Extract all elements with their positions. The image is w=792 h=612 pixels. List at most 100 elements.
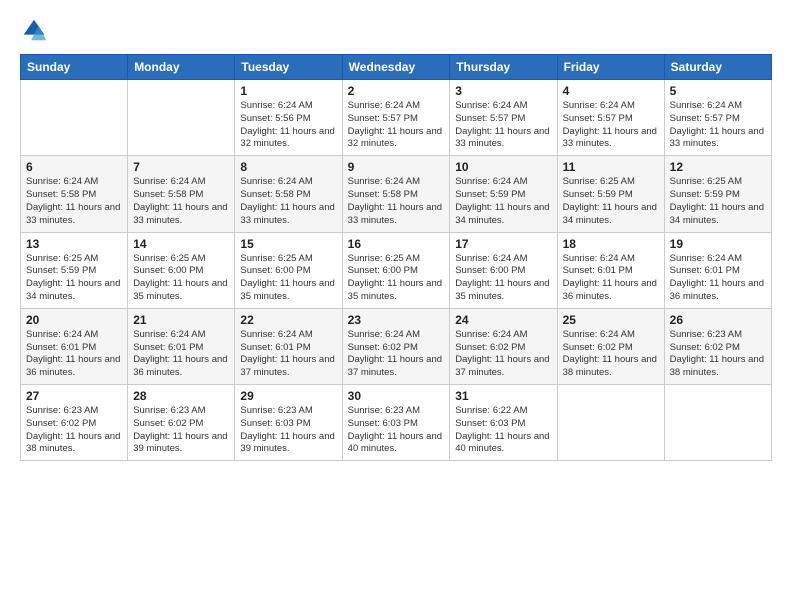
day-number: 7 [133, 160, 229, 174]
day-number: 5 [670, 84, 766, 98]
calendar-week-row: 27 Sunrise: 6:23 AMSunset: 6:02 PMDayligh… [21, 385, 772, 461]
day-number: 2 [348, 84, 445, 98]
calendar-cell: 23 Sunrise: 6:24 AMSunset: 6:02 PMDayligh… [342, 308, 450, 384]
calendar-cell: 22Sunrise: 6:24 AMSunset: 6:01 PMDayligh… [235, 308, 342, 384]
calendar-cell: 19 Sunrise: 6:24 AMSunset: 6:01 PMDayligh… [664, 232, 771, 308]
day-number: 26 [670, 313, 766, 327]
calendar-cell: 29 Sunrise: 6:23 AMSunset: 6:03 PMDayligh… [235, 385, 342, 461]
calendar-cell: 6 Sunrise: 6:24 AMSunset: 5:58 PMDaylight… [21, 156, 128, 232]
day-number: 10 [455, 160, 551, 174]
day-detail: Sunrise: 6:24 AMSunset: 6:00 PMDaylight:… [455, 253, 551, 304]
day-detail: Sunrise: 6:25 AMSunset: 5:59 PMDaylight:… [26, 253, 122, 304]
calendar-cell: 28Sunrise: 6:23 AMSunset: 6:02 PMDayligh… [128, 385, 235, 461]
calendar-cell: 1 Sunrise: 6:24 AMSunset: 5:56 PMDaylight… [235, 80, 342, 156]
day-detail: Sunrise: 6:25 AMSunset: 5:59 PMDaylight:… [563, 176, 659, 227]
day-detail: Sunrise: 6:24 AMSunset: 5:58 PMDaylight:… [240, 176, 336, 227]
calendar-cell: 18Sunrise: 6:24 AMSunset: 6:01 PMDayligh… [557, 232, 664, 308]
day-number: 1 [240, 84, 336, 98]
day-detail: Sunrise: 6:24 AMSunset: 6:02 PMDaylight:… [348, 329, 445, 380]
day-detail: Sunrise: 6:24 AMSunset: 6:01 PMDaylight:… [563, 253, 659, 304]
calendar-day-header: Tuesday [235, 55, 342, 80]
calendar-cell [21, 80, 128, 156]
day-number: 14 [133, 237, 229, 251]
calendar-cell [128, 80, 235, 156]
day-detail: Sunrise: 6:23 AMSunset: 6:02 PMDaylight:… [26, 405, 122, 456]
day-number: 16 [348, 237, 445, 251]
calendar-table: SundayMondayTuesdayWednesdayThursdayFrid… [20, 54, 772, 461]
calendar-day-header: Saturday [664, 55, 771, 80]
day-detail: Sunrise: 6:24 AMSunset: 5:59 PMDaylight:… [455, 176, 551, 227]
calendar-cell: 14 Sunrise: 6:25 AMSunset: 6:00 PMDayligh… [128, 232, 235, 308]
day-number: 4 [563, 84, 659, 98]
calendar-cell: 3Sunrise: 6:24 AMSunset: 5:57 PMDaylight… [450, 80, 557, 156]
day-detail: Sunrise: 6:24 AMSunset: 6:01 PMDaylight:… [240, 329, 336, 380]
day-detail: Sunrise: 6:24 AMSunset: 6:01 PMDaylight:… [26, 329, 122, 380]
day-number: 20 [26, 313, 122, 327]
calendar-cell: 13 Sunrise: 6:25 AMSunset: 5:59 PMDayligh… [21, 232, 128, 308]
day-detail: Sunrise: 6:22 AMSunset: 6:03 PMDaylight:… [455, 405, 551, 456]
day-number: 27 [26, 389, 122, 403]
calendar-cell: 26 Sunrise: 6:23 AMSunset: 6:02 PMDayligh… [664, 308, 771, 384]
day-detail: Sunrise: 6:25 AMSunset: 6:00 PMDaylight:… [240, 253, 336, 304]
calendar-cell: 17 Sunrise: 6:24 AMSunset: 6:00 PMDayligh… [450, 232, 557, 308]
day-number: 30 [348, 389, 445, 403]
day-detail: Sunrise: 6:24 AMSunset: 5:58 PMDaylight:… [26, 176, 122, 227]
calendar-cell: 16 Sunrise: 6:25 AMSunset: 6:00 PMDayligh… [342, 232, 450, 308]
day-detail: Sunrise: 6:24 AMSunset: 5:57 PMDaylight:… [348, 100, 445, 151]
day-number: 11 [563, 160, 659, 174]
day-number: 6 [26, 160, 122, 174]
day-detail: Sunrise: 6:24 AMSunset: 5:56 PMDaylight:… [240, 100, 336, 151]
day-detail: Sunrise: 6:23 AMSunset: 6:03 PMDaylight:… [240, 405, 336, 456]
calendar-week-row: 13 Sunrise: 6:25 AMSunset: 5:59 PMDayligh… [21, 232, 772, 308]
calendar-week-row: 20 Sunrise: 6:24 AMSunset: 6:01 PMDayligh… [21, 308, 772, 384]
calendar-cell [557, 385, 664, 461]
calendar-cell: 24 Sunrise: 6:24 AMSunset: 6:02 PMDayligh… [450, 308, 557, 384]
calendar-cell: 15 Sunrise: 6:25 AMSunset: 6:00 PMDayligh… [235, 232, 342, 308]
calendar-cell: 5Sunrise: 6:24 AMSunset: 5:57 PMDaylight… [664, 80, 771, 156]
calendar-day-header: Friday [557, 55, 664, 80]
day-detail: Sunrise: 6:24 AMSunset: 5:58 PMDaylight:… [133, 176, 229, 227]
calendar-week-row: 6 Sunrise: 6:24 AMSunset: 5:58 PMDaylight… [21, 156, 772, 232]
calendar-day-header: Monday [128, 55, 235, 80]
day-detail: Sunrise: 6:24 AMSunset: 5:57 PMDaylight:… [563, 100, 659, 151]
day-number: 31 [455, 389, 551, 403]
day-number: 29 [240, 389, 336, 403]
calendar-cell: 10 Sunrise: 6:24 AMSunset: 5:59 PMDayligh… [450, 156, 557, 232]
calendar-cell [664, 385, 771, 461]
day-detail: Sunrise: 6:23 AMSunset: 6:02 PMDaylight:… [670, 329, 766, 380]
calendar-cell: 30 Sunrise: 6:23 AMSunset: 6:03 PMDayligh… [342, 385, 450, 461]
day-number: 12 [670, 160, 766, 174]
day-number: 17 [455, 237, 551, 251]
calendar-cell: 4 Sunrise: 6:24 AMSunset: 5:57 PMDaylight… [557, 80, 664, 156]
day-detail: Sunrise: 6:25 AMSunset: 6:00 PMDaylight:… [348, 253, 445, 304]
logo [20, 16, 52, 44]
day-detail: Sunrise: 6:24 AMSunset: 6:01 PMDaylight:… [670, 253, 766, 304]
day-number: 15 [240, 237, 336, 251]
page: SundayMondayTuesdayWednesdayThursdayFrid… [0, 0, 792, 612]
day-detail: Sunrise: 6:24 AMSunset: 5:58 PMDaylight:… [348, 176, 445, 227]
day-number: 23 [348, 313, 445, 327]
calendar-cell: 8Sunrise: 6:24 AMSunset: 5:58 PMDaylight… [235, 156, 342, 232]
calendar-cell: 31 Sunrise: 6:22 AMSunset: 6:03 PMDayligh… [450, 385, 557, 461]
calendar-cell: 20 Sunrise: 6:24 AMSunset: 6:01 PMDayligh… [21, 308, 128, 384]
day-detail: Sunrise: 6:25 AMSunset: 5:59 PMDaylight:… [670, 176, 766, 227]
day-detail: Sunrise: 6:24 AMSunset: 6:01 PMDaylight:… [133, 329, 229, 380]
day-detail: Sunrise: 6:23 AMSunset: 6:02 PMDaylight:… [133, 405, 229, 456]
calendar-cell: 7 Sunrise: 6:24 AMSunset: 5:58 PMDaylight… [128, 156, 235, 232]
day-detail: Sunrise: 6:24 AMSunset: 6:02 PMDaylight:… [455, 329, 551, 380]
calendar-cell: 21 Sunrise: 6:24 AMSunset: 6:01 PMDayligh… [128, 308, 235, 384]
calendar-cell: 9Sunrise: 6:24 AMSunset: 5:58 PMDaylight… [342, 156, 450, 232]
day-detail: Sunrise: 6:24 AMSunset: 6:02 PMDaylight:… [563, 329, 659, 380]
day-detail: Sunrise: 6:25 AMSunset: 6:00 PMDaylight:… [133, 253, 229, 304]
calendar-cell: 2 Sunrise: 6:24 AMSunset: 5:57 PMDaylight… [342, 80, 450, 156]
day-number: 13 [26, 237, 122, 251]
day-number: 19 [670, 237, 766, 251]
calendar-header-row: SundayMondayTuesdayWednesdayThursdayFrid… [21, 55, 772, 80]
header [20, 16, 772, 44]
day-number: 24 [455, 313, 551, 327]
logo-icon [20, 16, 48, 44]
calendar-cell: 27 Sunrise: 6:23 AMSunset: 6:02 PMDayligh… [21, 385, 128, 461]
day-number: 21 [133, 313, 229, 327]
day-detail: Sunrise: 6:23 AMSunset: 6:03 PMDaylight:… [348, 405, 445, 456]
day-detail: Sunrise: 6:24 AMSunset: 5:57 PMDaylight:… [455, 100, 551, 151]
